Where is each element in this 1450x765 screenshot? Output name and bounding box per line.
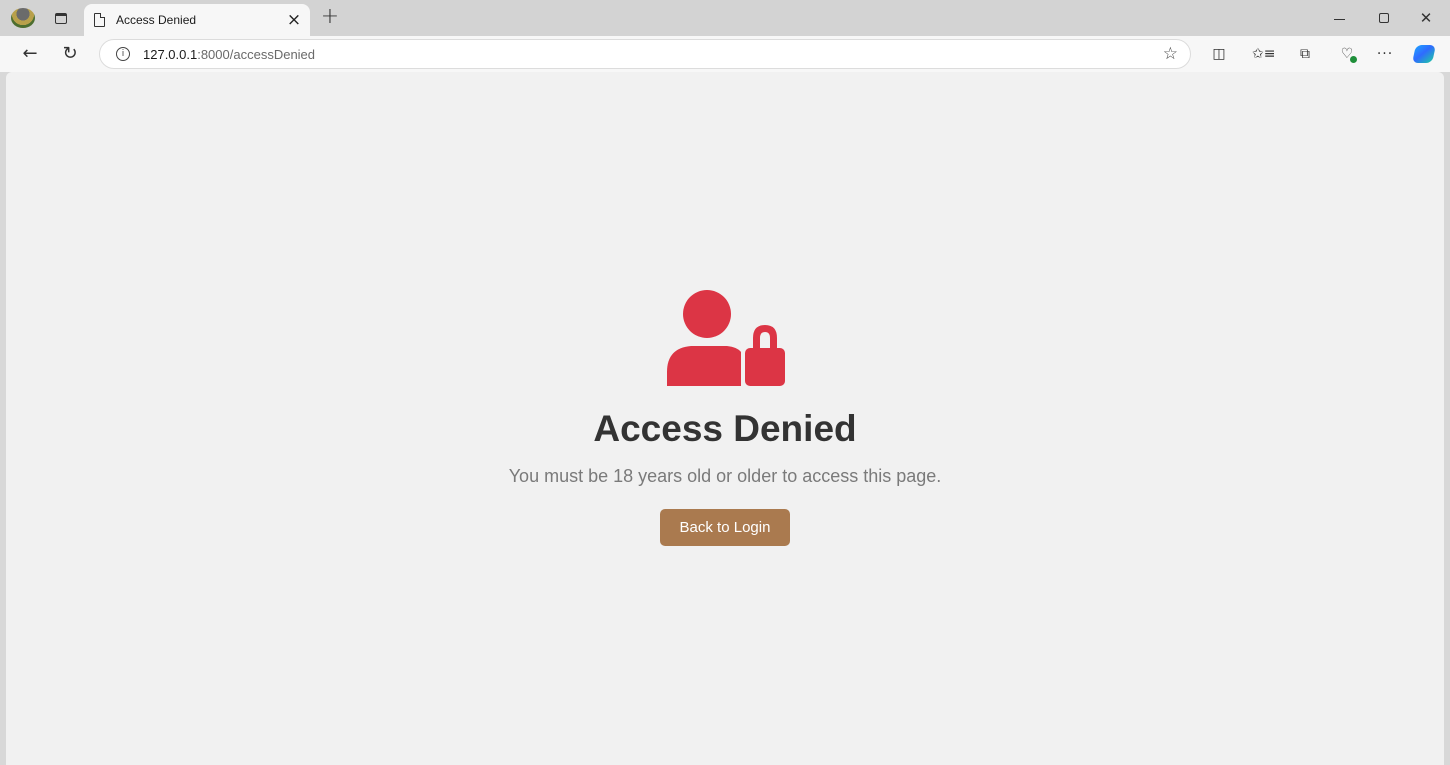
url-host: 127.0.0.1 <box>143 46 198 62</box>
user-lock-icon <box>667 290 785 386</box>
site-info-icon[interactable]: i <box>116 47 130 61</box>
split-screen-icon[interactable]: ◫ <box>1208 44 1230 64</box>
page-viewport: Access Denied You must be 18 years old o… <box>6 72 1444 765</box>
tab-title: Access Denied <box>116 13 197 27</box>
address-bar[interactable]: i 127.0.0.1:8000/accessDenied ☆ <box>99 39 1191 69</box>
refresh-icon[interactable]: ↻ <box>58 42 82 66</box>
tab-actions-icon[interactable] <box>50 7 72 29</box>
close-tab-icon[interactable]: × <box>284 10 304 30</box>
close-window-button[interactable]: ✕ <box>1414 8 1438 28</box>
browser-essentials-icon[interactable]: ♡ <box>1336 44 1358 64</box>
new-tab-button[interactable]: + <box>318 6 342 30</box>
browser-tab-bar: Access Denied × + ✕ <box>0 0 1450 36</box>
age-restriction-message: You must be 18 years old or older to acc… <box>508 466 942 486</box>
restore-button[interactable] <box>1372 8 1396 28</box>
star-icon[interactable]: ☆ <box>1163 44 1178 64</box>
browser-toolbar: ← ↻ i 127.0.0.1:8000/accessDenied ☆ ◫ ✩≡… <box>0 36 1450 72</box>
page-title: Access Denied <box>593 408 857 449</box>
status-dot <box>1350 56 1357 63</box>
copilot-icon[interactable] <box>1412 45 1436 63</box>
more-icon[interactable]: ··· <box>1374 44 1396 64</box>
tab-access-denied[interactable]: Access Denied × <box>84 4 310 36</box>
back-arrow-icon[interactable]: ← <box>18 42 42 66</box>
page-icon <box>94 13 105 27</box>
collections-icon[interactable]: ⧉ <box>1294 44 1316 64</box>
minimize-button[interactable] <box>1327 8 1351 28</box>
access-denied-panel: Access Denied You must be 18 years old o… <box>6 290 1444 546</box>
favorites-icon[interactable]: ✩≡ <box>1252 44 1275 64</box>
profile-avatar-icon[interactable] <box>11 8 35 28</box>
url-text[interactable]: 127.0.0.1:8000/accessDenied <box>143 47 315 62</box>
url-path: :8000/accessDenied <box>197 46 316 62</box>
back-to-login-button[interactable]: Back to Login <box>660 509 790 546</box>
